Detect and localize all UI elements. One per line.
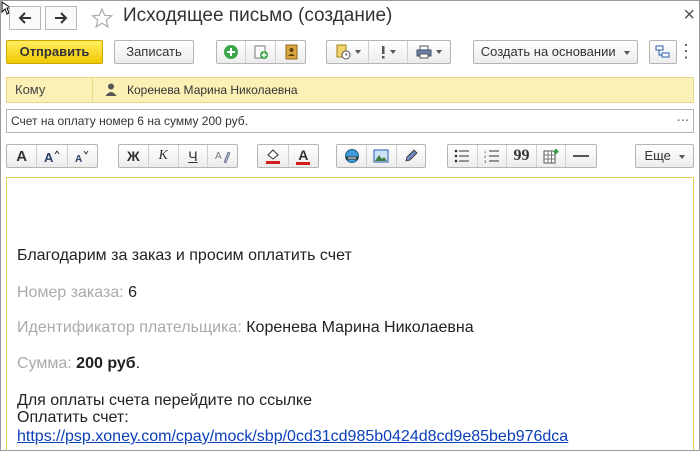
chevron-down-icon	[390, 50, 396, 54]
plus-circle-icon	[224, 45, 238, 59]
address-book-button[interactable]	[276, 41, 305, 63]
fill-bucket-icon	[265, 149, 280, 164]
bulleted-list-icon	[454, 149, 470, 163]
print-button[interactable]	[408, 41, 450, 63]
sum-dot: .	[135, 355, 141, 372]
greeting-text: Благодарим за заказ и просим оплатить сч…	[17, 247, 352, 264]
font-color-letter: А	[298, 146, 309, 163]
insert-image-button[interactable]	[367, 145, 397, 167]
insert-table-button[interactable]	[537, 145, 567, 167]
payment-link[interactable]: https://psp.xoney.com/cpay/mock/sbp/0cd3…	[17, 428, 568, 446]
text-style-group: Ж К Ч A	[118, 144, 238, 168]
recipient-label: Кому	[7, 78, 93, 102]
structure-button[interactable]	[649, 40, 677, 64]
back-button[interactable]	[9, 6, 41, 30]
horizontal-line-button[interactable]	[566, 145, 596, 167]
close-icon[interactable]: ×	[683, 4, 695, 27]
bold-button[interactable]: Ж	[119, 145, 149, 167]
subject-value: Счет на оплату номер 6 на сумму 200 руб.	[11, 114, 249, 128]
printer-icon	[416, 45, 432, 59]
more-button[interactable]: Еще	[635, 144, 694, 168]
save-button[interactable]: Записать	[114, 40, 194, 64]
edit-html-button[interactable]	[397, 145, 425, 167]
svg-text:A: A	[215, 151, 222, 162]
image-icon	[373, 149, 389, 163]
svg-text:A: A	[44, 150, 54, 163]
message-window: Исходящее письмо (создание) × Отправить …	[0, 0, 700, 451]
schedule-button[interactable]	[327, 41, 370, 63]
attach-button-group	[216, 40, 306, 64]
arrow-left-icon	[18, 12, 31, 24]
format-brush-icon: A	[215, 151, 231, 164]
underline-button[interactable]: Ч	[179, 145, 209, 167]
chevron-down-icon	[435, 50, 442, 54]
order-label: Номер заказа:	[17, 284, 124, 301]
font-increase-button[interactable]: A	[37, 145, 68, 167]
svg-text:A: A	[75, 154, 82, 163]
add-document-icon	[254, 45, 268, 59]
pay-label-text: Оплатить счет:	[17, 409, 129, 426]
exclamation-icon	[382, 46, 385, 59]
chevron-down-icon	[624, 50, 631, 55]
font-color-swatch	[296, 161, 311, 165]
forward-button[interactable]	[45, 6, 77, 30]
pay-hint-text: Для оплаты счета перейдите по ссылке	[17, 392, 312, 409]
order-value: 6	[128, 284, 138, 301]
font-increase-icon: A	[44, 150, 60, 163]
order-line: Номер заказа: 6	[17, 284, 137, 302]
importance-button[interactable]	[369, 41, 408, 63]
more-label: Еще	[644, 148, 671, 163]
favorite-star-icon[interactable]	[91, 7, 113, 29]
insert-link-button[interactable]	[337, 145, 368, 167]
recipient-field[interactable]: Кому Коренева Марина Николаевна	[6, 77, 694, 103]
create-based-on-button[interactable]: Создать на основании	[473, 40, 638, 64]
window-title: Исходящее письмо (создание)	[123, 5, 393, 26]
pencil-icon	[405, 149, 418, 162]
italic-button[interactable]: К	[149, 145, 179, 167]
person-icon	[105, 83, 117, 96]
payer-value: Коренева Марина Николаевна	[246, 319, 474, 336]
add-file-button[interactable]	[246, 41, 276, 63]
chevron-down-icon	[354, 50, 361, 54]
chevron-down-icon	[678, 154, 685, 159]
color-group: А	[257, 144, 319, 168]
payer-line: Идентификатор плательщика: Коренева Мари…	[17, 319, 474, 337]
link-globe-icon	[344, 149, 359, 163]
sum-line: Сумма: 200 руб.	[17, 355, 140, 373]
options-button-group	[326, 40, 451, 64]
table-icon	[543, 149, 559, 164]
subject-choose-icon[interactable]: ...	[676, 108, 689, 125]
message-body-editor[interactable]: Благодарим за заказ и просим оплатить сч…	[6, 177, 694, 450]
format-painter-button[interactable]: A	[208, 145, 237, 167]
sum-value: 200 руб	[76, 355, 136, 372]
font-decrease-button[interactable]: A	[68, 145, 97, 167]
subject-input[interactable]: Счет на оплату номер 6 на сумму 200 руб.…	[6, 108, 694, 133]
numbered-list-button[interactable]: 123	[478, 145, 508, 167]
font-color-button[interactable]: А	[289, 145, 319, 167]
add-button[interactable]	[217, 41, 246, 63]
address-book-icon	[285, 44, 297, 60]
sum-label: Сумма:	[17, 355, 72, 372]
bulleted-list-button[interactable]	[448, 145, 478, 167]
insert-group	[336, 144, 426, 168]
quote-button[interactable]: 99	[507, 145, 537, 167]
recipient-value: Коренева Марина Николаевна	[127, 83, 298, 97]
horizontal-rule-icon	[573, 155, 590, 157]
hierarchy-icon	[655, 45, 670, 58]
send-button[interactable]: Отправить	[6, 40, 103, 64]
document-clock-icon	[336, 44, 351, 60]
svg-text:3: 3	[484, 159, 487, 163]
font-button[interactable]: А	[7, 145, 38, 167]
more-actions-icon[interactable]: ⋮	[677, 41, 695, 62]
font-size-group: А A A	[6, 144, 98, 168]
paragraph-group: 123 99	[447, 144, 597, 168]
numbered-list-icon: 123	[484, 149, 499, 163]
payer-label: Идентификатор плательщика:	[17, 319, 242, 336]
create-based-on-label: Создать на основании	[480, 44, 616, 59]
background-color-button[interactable]	[258, 145, 289, 167]
arrow-right-icon	[55, 12, 68, 24]
font-decrease-icon: A	[75, 150, 89, 163]
